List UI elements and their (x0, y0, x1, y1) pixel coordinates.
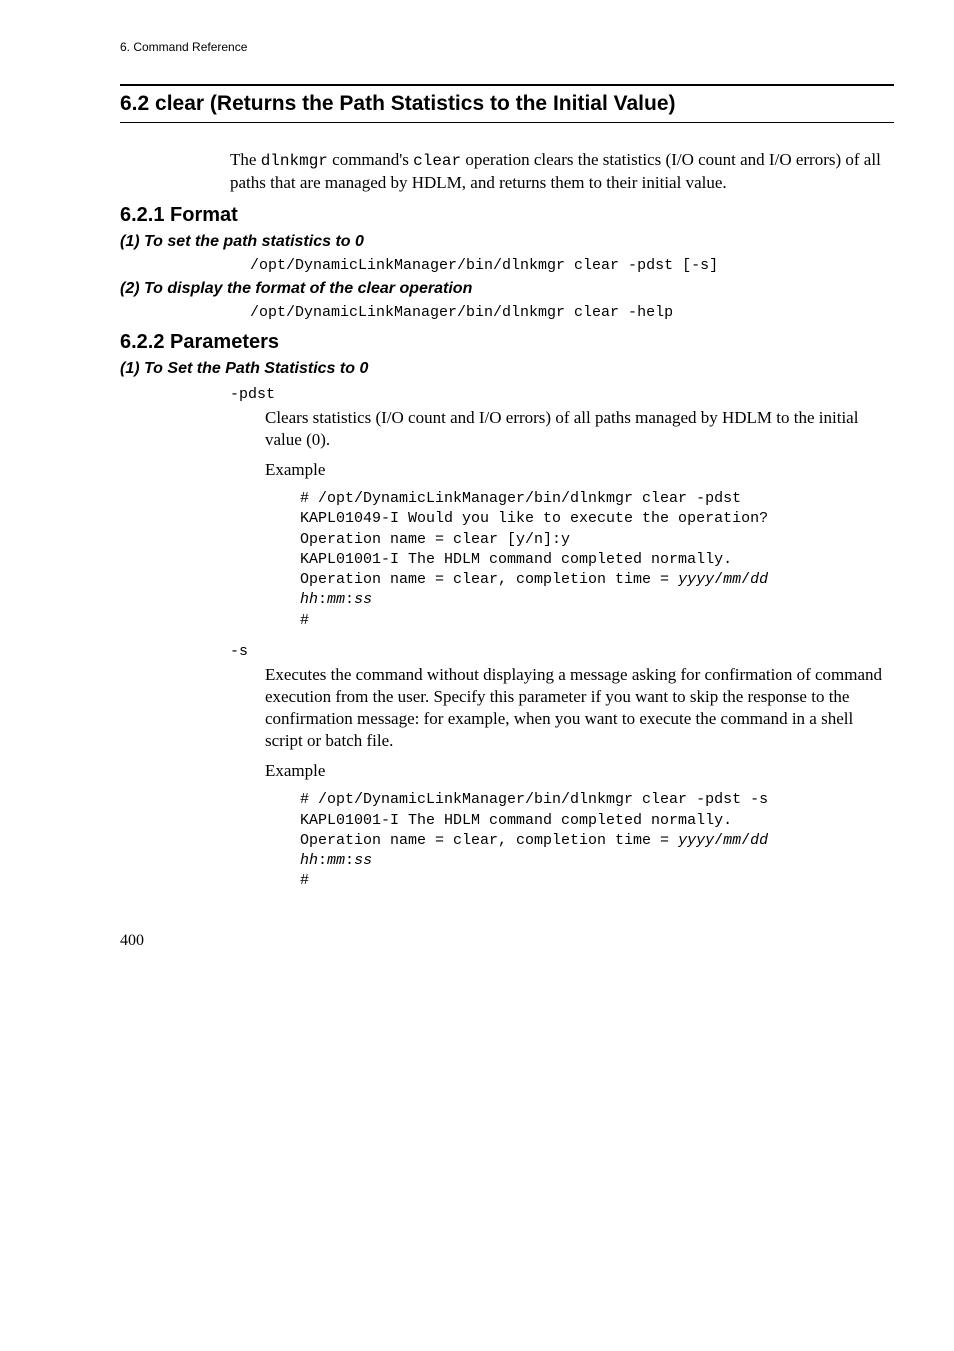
pdst-ex-colon2: : (345, 591, 354, 608)
intro-text-1: The (230, 150, 261, 169)
running-header: 6. Command Reference (120, 40, 894, 54)
pdst-example-block: # /opt/DynamicLinkManager/bin/dlnkmgr cl… (300, 489, 894, 631)
s-ex-ss: ss (354, 852, 372, 869)
s-ex-mm2: mm (327, 852, 345, 869)
param-s-example-label: Example (265, 760, 894, 782)
intro-code-1: dlnkmgr (261, 152, 328, 170)
pdst-ex-slash2: / (741, 571, 750, 588)
pdst-ex-mm1: mm (723, 571, 741, 588)
s-ex-slash2: / (741, 832, 750, 849)
pdst-ex-dd: dd (750, 571, 768, 588)
section-title: 6.2 clear (Returns the Path Statistics t… (120, 92, 894, 116)
format-sub-2: (2) To display the format of the clear o… (120, 280, 894, 298)
s-ex-mm1: mm (723, 832, 741, 849)
s-ex-hh: hh (300, 852, 318, 869)
page-number: 400 (120, 932, 894, 950)
s-example-block: # /opt/DynamicLinkManager/bin/dlnkmgr cl… (300, 790, 894, 891)
intro-code-2: clear (413, 152, 461, 170)
pdst-ex-hh: hh (300, 591, 318, 608)
intro-paragraph: The dlnkmgr command's clear operation cl… (230, 149, 894, 194)
pdst-ex-colon1: : (318, 591, 327, 608)
s-ex-line2: KAPL01001-I The HDLM command completed n… (300, 812, 732, 829)
format-code-2: /opt/DynamicLinkManager/bin/dlnkmgr clea… (250, 304, 894, 321)
page-container: 6. Command Reference 6.2 clear (Returns … (0, 0, 954, 990)
format-sub-1: (1) To set the path statistics to 0 (120, 233, 894, 251)
s-ex-line3a: Operation name = clear, completion time … (300, 832, 678, 849)
pdst-ex-slash1: / (714, 571, 723, 588)
parameters-sub-1: (1) To Set the Path Statistics to 0 (120, 360, 894, 378)
param-pdst-desc: Clears statistics (I/O count and I/O err… (265, 407, 894, 451)
s-ex-colon2: : (345, 852, 354, 869)
s-ex-line5: # (300, 872, 309, 889)
s-ex-dd: dd (750, 832, 768, 849)
param-pdst-name: -pdst (230, 386, 894, 403)
pdst-ex-line3: Operation name = clear [y/n]:y (300, 531, 570, 548)
pdst-ex-line7: # (300, 612, 309, 629)
pdst-ex-line4: KAPL01001-I The HDLM command completed n… (300, 551, 732, 568)
param-s-desc: Executes the command without displaying … (265, 664, 894, 752)
pdst-ex-ss: ss (354, 591, 372, 608)
s-ex-slash1: / (714, 832, 723, 849)
divider-under-title (120, 122, 894, 123)
param-pdst-example-label: Example (265, 459, 894, 481)
s-ex-colon1: : (318, 852, 327, 869)
pdst-ex-line5a: Operation name = clear, completion time … (300, 571, 678, 588)
divider-top (120, 84, 894, 86)
parameters-heading: 6.2.2 Parameters (120, 331, 894, 354)
format-code-1: /opt/DynamicLinkManager/bin/dlnkmgr clea… (250, 257, 894, 274)
intro-text-2: command's (328, 150, 413, 169)
pdst-ex-line2: KAPL01049-I Would you like to execute th… (300, 510, 768, 527)
pdst-ex-line1: # /opt/DynamicLinkManager/bin/dlnkmgr cl… (300, 490, 741, 507)
pdst-ex-mm2: mm (327, 591, 345, 608)
param-s-name: -s (230, 643, 894, 660)
pdst-ex-yyyy: yyyy (678, 571, 714, 588)
s-ex-yyyy: yyyy (678, 832, 714, 849)
s-ex-line1: # /opt/DynamicLinkManager/bin/dlnkmgr cl… (300, 791, 768, 808)
format-heading: 6.2.1 Format (120, 204, 894, 227)
